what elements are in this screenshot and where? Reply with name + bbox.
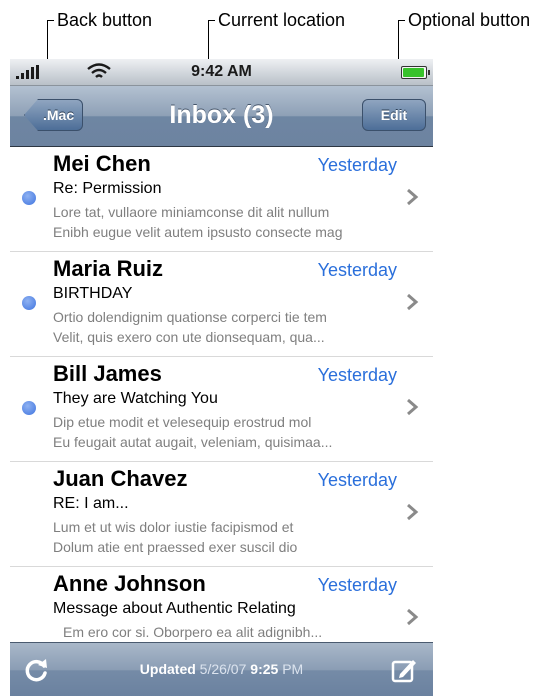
message-sender: Juan Chavez: [53, 466, 188, 491]
updated-label: Updated: [139, 661, 196, 677]
status-time: 9:42 AM: [191, 63, 252, 80]
bottom-toolbar: Updated 5/26/07 9:25 PM: [10, 642, 433, 696]
message-subject: Message about Authentic Relating: [53, 600, 296, 617]
message-preview: Eu feugait autat augait, veleniam, quisi…: [53, 434, 333, 450]
navigation-bar: .Mac Inbox (3) Edit: [10, 86, 433, 147]
message-row[interactable]: Juan Chavez Yesterday RE: I am... Lum et…: [10, 462, 433, 567]
message-sender: Maria Ruiz: [53, 256, 164, 281]
unread-dot-icon: [22, 296, 36, 310]
message-preview: Lore tat, vullaore miniamconse dit alit …: [53, 204, 330, 220]
unread-dot-icon: [22, 401, 36, 415]
callout-label: Back button: [57, 10, 153, 30]
message-row[interactable]: Mei Chen Yesterday Re: Permission Lore t…: [10, 147, 433, 252]
chevron-right-icon: [407, 608, 419, 626]
message-row[interactable]: Bill James Yesterday They are Watching Y…: [10, 357, 433, 462]
status-bar: 9:42 AM: [10, 59, 433, 86]
compose-icon[interactable]: [391, 657, 417, 683]
message-preview: Enibh eugue velit autem ipsusto consecte…: [53, 224, 343, 240]
updated-status: Updated 5/26/07 9:25 PM: [10, 661, 433, 677]
message-preview: Lum et ut wis dolor iustie facipismod et: [53, 519, 294, 535]
message-subject: Re: Permission: [53, 180, 162, 197]
message-date: Yesterday: [317, 365, 397, 385]
message-subject: BIRTHDAY: [53, 285, 133, 302]
message-subject: RE: I am...: [53, 495, 129, 512]
message-sender: Bill James: [53, 361, 162, 386]
updated-ampm: PM: [282, 661, 304, 677]
unread-dot-icon: [22, 191, 36, 205]
message-sender: Anne Johnson: [53, 571, 206, 596]
battery-icon: [401, 66, 430, 79]
chevron-right-icon: [407, 503, 419, 521]
edit-button[interactable]: Edit: [362, 99, 426, 131]
chevron-right-icon: [407, 293, 419, 311]
message-list: Mei Chen Yesterday Re: Permission Lore t…: [10, 147, 433, 672]
iphone-screen: 9:42 AM .Mac Inbox (3) Edit Mei Chen Yes…: [10, 59, 433, 696]
message-date: Yesterday: [317, 260, 397, 280]
message-row[interactable]: Maria Ruiz Yesterday BIRTHDAY Ortio dole…: [10, 252, 433, 357]
chevron-right-icon: [407, 188, 419, 206]
message-preview: Dip etue modit et velesequip erostrud mo…: [53, 414, 312, 430]
message-date: Yesterday: [317, 470, 397, 490]
chevron-right-icon: [407, 398, 419, 416]
message-subject: They are Watching You: [53, 390, 218, 407]
callout-label: Current location: [218, 10, 346, 30]
message-sender: Mei Chen: [53, 151, 151, 176]
message-date: Yesterday: [317, 575, 397, 595]
message-preview: Em ero cor si. Oborpero ea alit adignibh…: [63, 624, 323, 640]
message-preview: Ortio dolendignim quationse corperci tie…: [53, 309, 327, 325]
message-preview: Velit, quis exero con ute dionsequam, qu…: [53, 329, 325, 345]
callout-label: Optional button: [408, 10, 531, 30]
updated-time: 9:25: [250, 661, 279, 677]
message-date: Yesterday: [317, 155, 397, 175]
message-preview: Dolum atie ent praessed exer suscil dio: [53, 539, 298, 555]
updated-date: 5/26/07: [199, 661, 247, 677]
